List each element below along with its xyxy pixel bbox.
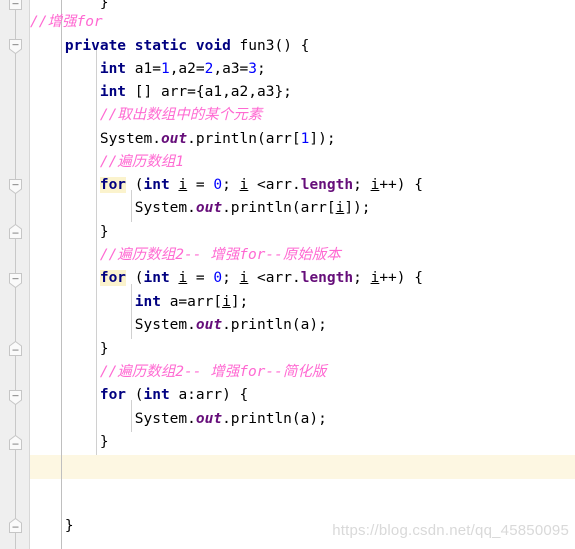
token-method-name: fun3() { xyxy=(230,38,310,54)
token-field-out: out xyxy=(195,317,223,333)
fold-marker-for1-start[interactable] xyxy=(8,178,23,195)
token-brace: } xyxy=(30,0,109,11)
token-keyword-int: int xyxy=(99,61,127,77)
token-number: 1 xyxy=(160,61,170,77)
token-number: 3 xyxy=(248,61,258,77)
token-brace: } xyxy=(30,434,109,450)
watermark-url: https://blog.csdn.net/qq_45850095 xyxy=(332,522,569,539)
code-line-method-signature[interactable]: private static void fun3() { xyxy=(30,35,575,58)
code-line-println-arr1[interactable]: System.out.println(arr[1]); xyxy=(30,128,575,151)
token-comment: //遍历数组1 xyxy=(99,154,185,170)
code-editor[interactable]: } //增强for private static void fun3() { i… xyxy=(0,0,575,549)
code-line-close-for1[interactable]: } xyxy=(30,221,575,244)
code-line-int-decl[interactable]: int a1=1,a2=2,a3=3; xyxy=(30,58,575,81)
fold-marker-for2-start[interactable] xyxy=(8,272,23,289)
fold-marker-method-start[interactable] xyxy=(8,38,23,55)
code-line-comment-getelem[interactable]: //取出数组中的某个元素 xyxy=(30,104,575,127)
token-field-out: out xyxy=(195,200,223,216)
token-var-i: i xyxy=(335,200,345,216)
fold-marker-method-end[interactable] xyxy=(8,517,23,533)
token-keyword-for-highlighted: for xyxy=(99,270,127,286)
fold-marker-for3-start[interactable] xyxy=(8,389,23,406)
fold-marker-collapse-top[interactable] xyxy=(8,0,23,11)
code-line-println-a2[interactable]: System.out.println(a); xyxy=(30,408,575,431)
token-foreach-clause: a:arr) { xyxy=(169,387,249,403)
token-keyword-int: int xyxy=(99,84,127,100)
token-keyword-for-highlighted: for xyxy=(99,177,127,193)
code-line-comment-loop1[interactable]: //遍历数组1 xyxy=(30,151,575,174)
token-keyword-int: int xyxy=(134,294,161,310)
token-brace: } xyxy=(30,224,109,240)
token-var-i: i xyxy=(222,294,231,310)
fold-marker-for1-end[interactable] xyxy=(8,223,23,239)
token-brace: } xyxy=(30,341,109,357)
code-line-comment-loop2-orig[interactable]: //遍历数组2-- 增强for--原始版本 xyxy=(30,244,575,267)
gutter-divider xyxy=(29,0,30,549)
fold-marker-for3-end[interactable] xyxy=(8,434,23,450)
token-keyword-static: static xyxy=(134,38,188,54)
token-keyword-int: int xyxy=(143,177,170,193)
current-line-highlight xyxy=(30,455,575,479)
token-keyword-int: int xyxy=(143,387,170,403)
token-var-i: i xyxy=(370,270,380,286)
token-keyword-void: void xyxy=(195,38,231,54)
code-line-close-for2[interactable]: } xyxy=(30,338,575,361)
token-var-i: i xyxy=(370,177,380,193)
token-comment: //取出数组中的某个元素 xyxy=(99,107,263,123)
token-field-length: length xyxy=(300,177,354,193)
token-comment: //增强for xyxy=(30,14,103,30)
code-line-array-decl[interactable]: int [] arr={a1,a2,a3}; xyxy=(30,81,575,104)
code-surface[interactable]: } //增强for private static void fun3() { i… xyxy=(30,0,575,549)
token-field-out: out xyxy=(195,411,223,427)
code-line-comment-enhanced[interactable]: //增强for xyxy=(30,11,575,34)
token-number: 0 xyxy=(213,177,223,193)
token-array-decl: [] arr={a1,a2,a3}; xyxy=(126,84,292,100)
token-keyword-for: for xyxy=(99,387,127,403)
token-comment: //遍历数组2-- 增强for--简化版 xyxy=(99,364,327,380)
token-field-out: out xyxy=(160,131,188,147)
fold-marker-for2-end[interactable] xyxy=(8,340,23,356)
code-line-println-arri[interactable]: System.out.println(arr[i]); xyxy=(30,197,575,220)
token-keyword-int: int xyxy=(143,270,170,286)
code-line-int-a[interactable]: int a=arr[i]; xyxy=(30,291,575,314)
code-line-for3[interactable]: for (int a:arr) { xyxy=(30,384,575,407)
token-comment: //遍历数组2-- 增强for--原始版本 xyxy=(99,247,341,263)
code-line-comment-loop2-simple[interactable]: //遍历数组2-- 增强for--简化版 xyxy=(30,361,575,384)
token-keyword-private: private xyxy=(64,38,127,54)
token-field-length: length xyxy=(300,270,354,286)
code-line-for2[interactable]: for (int i = 0; i <arr.length; i++) { xyxy=(30,267,575,290)
code-line-println-a1[interactable]: System.out.println(a); xyxy=(30,314,575,337)
token-brace: } xyxy=(30,518,74,534)
token-number: 0 xyxy=(213,270,223,286)
code-line-close-for3[interactable]: } xyxy=(30,431,575,454)
code-line-for1[interactable]: for (int i = 0; i <arr.length; i++) { xyxy=(30,174,575,197)
token-var-i: i xyxy=(178,270,188,286)
token-var-i: i xyxy=(178,177,188,193)
